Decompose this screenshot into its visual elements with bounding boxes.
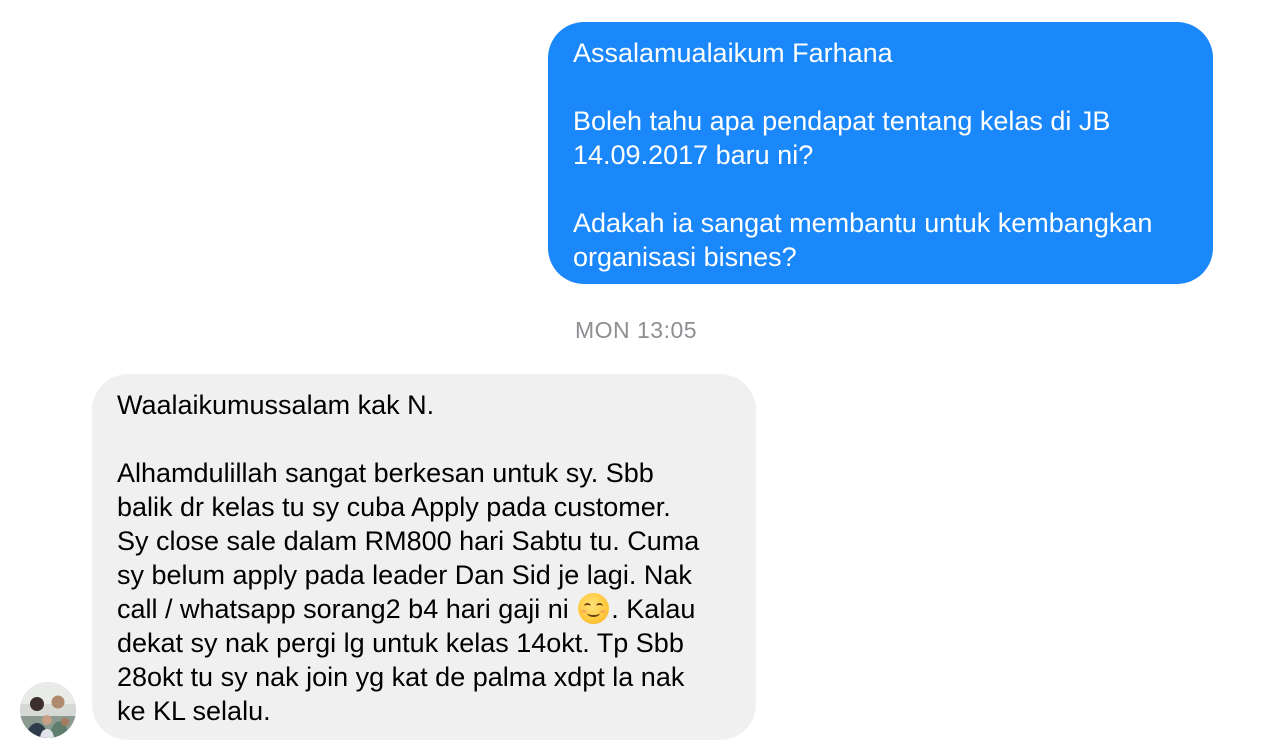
message-line: Waalaikumussalam kak N. — [117, 390, 435, 420]
message-line-with-emoji: call / whatsapp sorang2 b4 hari gaji ni … — [117, 592, 736, 626]
message-line: 28okt tu sy nak join yg kat de palma xdp… — [117, 662, 685, 692]
message-line — [573, 172, 1189, 206]
message-text: . Kalau — [611, 594, 696, 624]
message-text: call / whatsapp sorang2 b4 hari gaji ni — [117, 594, 569, 624]
outgoing-message-bubble[interactable]: Assalamualaikum Farhana Boleh tahu apa p… — [548, 22, 1213, 284]
message-line: dekat sy nak pergi lg untuk kelas 14okt.… — [117, 628, 684, 658]
message-line: balik dr kelas tu sy cuba Apply pada cus… — [117, 492, 671, 522]
message-line: ke KL selalu. — [117, 696, 271, 726]
message-line — [573, 70, 1189, 104]
message-line — [117, 422, 736, 456]
message-line: sy belum apply pada leader Dan Sid je la… — [117, 560, 692, 590]
message-line: Alhamdulillah sangat berkesan untuk sy. … — [117, 458, 654, 488]
message-line: organisasi bisnes? — [573, 242, 797, 272]
sender-avatar[interactable] — [20, 682, 76, 738]
message-timestamp: MON 13:05 — [574, 317, 698, 343]
message-line: 14.09.2017 baru ni? — [573, 140, 814, 170]
message-line: Adakah ia sangat membantu untuk kembangk… — [573, 208, 1153, 238]
smiling-face-icon — [578, 593, 610, 624]
message-line: Sy close sale dalam RM800 hari Sabtu tu.… — [117, 526, 700, 556]
incoming-message-bubble[interactable]: Waalaikumussalam kak N. Alhamdulillah sa… — [92, 374, 756, 740]
profile-photo-avatar — [20, 682, 76, 738]
message-line: Boleh tahu apa pendapat tentang kelas di… — [573, 106, 1111, 136]
message-line: Assalamualaikum Farhana — [573, 38, 893, 68]
chat-thread: Assalamualaikum Farhana Boleh tahu apa p… — [0, 0, 1272, 754]
